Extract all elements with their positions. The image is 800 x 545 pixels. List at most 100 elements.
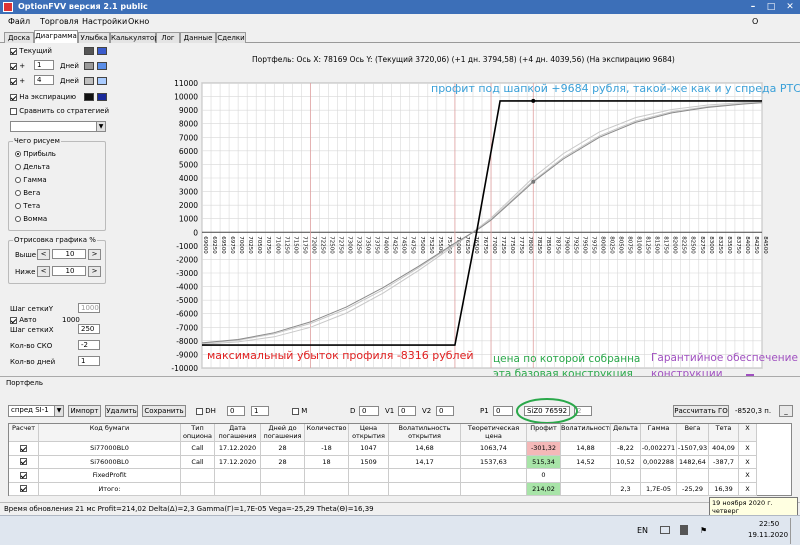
- table-cell-theta[interactable]: 404,09: [709, 442, 739, 456]
- table-cell-days[interactable]: 28: [261, 455, 305, 469]
- current-toggle[interactable]: Текущий: [10, 47, 52, 55]
- plus1-days-input[interactable]: 1: [34, 60, 54, 70]
- plus4-color-swatch-2[interactable]: [97, 77, 107, 85]
- plus1-toggle[interactable]: +: [10, 62, 25, 70]
- table-cell-vol_open[interactable]: 14,68: [389, 442, 461, 456]
- delete-button[interactable]: Удалить: [105, 405, 138, 417]
- current-checkbox[interactable]: [10, 47, 17, 55]
- table-cell-qty[interactable]: -18: [305, 442, 349, 456]
- current-color-swatch[interactable]: [84, 47, 94, 55]
- table-cell-code[interactable]: Si77000BL0: [39, 442, 181, 456]
- table-cell-code[interactable]: Итого:: [39, 482, 181, 496]
- radio-vomma[interactable]: Вомма: [15, 215, 47, 223]
- above-input[interactable]: 10: [52, 249, 86, 259]
- tab-log[interactable]: Лог: [156, 32, 180, 43]
- table-cell-vega[interactable]: [677, 469, 709, 483]
- compare-toggle[interactable]: Сравнить со стратегией: [10, 107, 109, 115]
- plus4-days-input[interactable]: 4: [34, 75, 54, 85]
- table-cell-profit[interactable]: 214,02: [527, 482, 561, 496]
- table-header-cell[interactable]: Код бумаги: [39, 424, 181, 442]
- table-header-cell[interactable]: Волатильность: [561, 424, 611, 442]
- table-cell-theor[interactable]: [461, 469, 527, 483]
- tab-diagram[interactable]: Диаграмма: [34, 30, 78, 43]
- table-cell-gamma[interactable]: -0,002271: [641, 442, 677, 456]
- expiry-color-swatch-2[interactable]: [97, 93, 107, 101]
- table-cell-days[interactable]: 28: [261, 442, 305, 456]
- close-button[interactable]: ✕: [781, 1, 799, 13]
- row-checkbox[interactable]: [9, 469, 39, 483]
- radio-delta[interactable]: Дельта: [15, 163, 50, 171]
- minimize-button[interactable]: –: [744, 1, 762, 13]
- table-cell-profit[interactable]: 0: [527, 469, 561, 483]
- row-checkbox[interactable]: [9, 482, 39, 496]
- table-cell-delta[interactable]: 10,52: [611, 455, 641, 469]
- table-header-cell[interactable]: Расчет: [9, 424, 39, 442]
- menu-file[interactable]: Файл: [8, 14, 30, 30]
- table-cell-vol_open[interactable]: [389, 469, 461, 483]
- table-cell-x[interactable]: X: [739, 455, 757, 469]
- volume-icon[interactable]: [680, 525, 688, 535]
- table-cell-open[interactable]: [349, 482, 389, 496]
- m-checkbox[interactable]: [292, 407, 299, 415]
- radio-vega[interactable]: Вега: [15, 189, 40, 197]
- grid-x-input[interactable]: 250: [78, 324, 100, 334]
- table-cell-date[interactable]: 17.12.2020: [215, 442, 261, 456]
- table-header-cell[interactable]: Тип опциона: [181, 424, 215, 442]
- calc-go-button[interactable]: Рассчитать ГО: [673, 405, 729, 417]
- menu-trading[interactable]: Торговля: [40, 14, 79, 30]
- grid-y-input[interactable]: 1000: [78, 303, 100, 313]
- strategy-select[interactable]: ▼: [10, 121, 106, 132]
- tab-data[interactable]: Данные: [180, 32, 216, 43]
- table-cell-vol[interactable]: 14,52: [561, 455, 611, 469]
- radio-delta-dot[interactable]: [15, 164, 21, 170]
- above-decrease-button[interactable]: <: [37, 249, 50, 260]
- import-button[interactable]: Импорт: [68, 405, 101, 417]
- network-icon[interactable]: [660, 526, 670, 534]
- table-cell-delta[interactable]: 2,3: [611, 482, 641, 496]
- compare-checkbox[interactable]: [10, 107, 17, 115]
- table-header-cell[interactable]: Вега: [677, 424, 709, 442]
- table-cell-days[interactable]: [261, 482, 305, 496]
- chevron-down-icon[interactable]: ▼: [96, 122, 105, 131]
- table-cell-gamma[interactable]: 1,7E-05: [641, 482, 677, 496]
- flag-icon[interactable]: ⚑: [700, 526, 707, 535]
- plus1-color-swatch-2[interactable]: [97, 62, 107, 70]
- radio-gamma-dot[interactable]: [15, 177, 21, 183]
- table-cell-date[interactable]: 17.12.2020: [215, 455, 261, 469]
- table-cell-date[interactable]: [215, 482, 261, 496]
- days-count-input[interactable]: 1: [78, 356, 100, 366]
- calc-checkbox[interactable]: [20, 471, 27, 479]
- table-cell-profit[interactable]: -301,32: [527, 442, 561, 456]
- row-checkbox[interactable]: [9, 442, 39, 456]
- expiry-color-swatch[interactable]: [84, 93, 94, 101]
- plus4-color-swatch[interactable]: [84, 77, 94, 85]
- table-cell-gamma[interactable]: 0,002288: [641, 455, 677, 469]
- v1-input[interactable]: 0: [398, 406, 416, 416]
- auto-toggle[interactable]: Авто: [10, 316, 37, 324]
- table-cell-vol_open[interactable]: 14,17: [389, 455, 461, 469]
- auto-checkbox[interactable]: [10, 316, 17, 324]
- table-cell-code[interactable]: FixedProfit: [39, 469, 181, 483]
- table-cell-type[interactable]: Call: [181, 442, 215, 456]
- p1-input[interactable]: 0: [493, 406, 513, 416]
- table-cell-qty[interactable]: [305, 469, 349, 483]
- m-toggle[interactable]: M: [292, 407, 307, 415]
- table-cell-vega[interactable]: -1507,93: [677, 442, 709, 456]
- radio-gamma[interactable]: Гамма: [15, 176, 47, 184]
- plus1-checkbox[interactable]: [10, 62, 17, 70]
- sko-input[interactable]: -2: [78, 340, 100, 350]
- taskbar-time[interactable]: 22:50: [759, 520, 779, 528]
- collapse-button[interactable]: _: [779, 405, 793, 417]
- table-cell-theta[interactable]: [709, 469, 739, 483]
- table-header-cell[interactable]: Дельта: [611, 424, 641, 442]
- table-cell-x[interactable]: X: [739, 469, 757, 483]
- table-cell-x[interactable]: X: [739, 442, 757, 456]
- d-input[interactable]: 0: [359, 406, 379, 416]
- tab-deals[interactable]: Сделки: [216, 32, 246, 43]
- calc-checkbox[interactable]: [20, 458, 27, 465]
- radio-profit[interactable]: Прибыль: [15, 150, 56, 158]
- radio-vega-dot[interactable]: [15, 190, 21, 196]
- table-cell-vega[interactable]: -25,29: [677, 482, 709, 496]
- table-cell-date[interactable]: [215, 469, 261, 483]
- calc-checkbox[interactable]: [20, 485, 27, 492]
